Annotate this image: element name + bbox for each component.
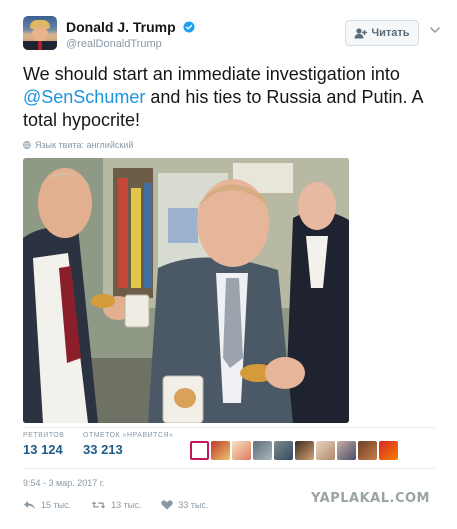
retweet-count: 13 тыс. bbox=[111, 500, 142, 510]
like-button[interactable]: 33 тыс. bbox=[161, 500, 208, 510]
retweets-label: РЕТВИТОВ bbox=[23, 432, 65, 439]
author-handle[interactable]: @realDonaldTrump bbox=[66, 38, 195, 50]
tweet-text: We should start an immediate investigati… bbox=[23, 63, 443, 132]
mention-link[interactable]: @SenSchumer bbox=[23, 87, 145, 107]
avatar[interactable] bbox=[337, 441, 356, 460]
avatar[interactable] bbox=[190, 441, 209, 460]
avatar[interactable] bbox=[211, 441, 230, 460]
watermark: YAPLAKAL.COM bbox=[311, 491, 430, 506]
tweet-header: Donald J. Trump @realDonaldTrump Читать bbox=[23, 16, 445, 56]
tweet-actions: 15 тыс. 13 тыс. 33 тыс. bbox=[23, 500, 222, 510]
heart-icon bbox=[161, 500, 173, 510]
language-note: Язык твита: английский bbox=[23, 140, 133, 150]
globe-icon bbox=[23, 141, 31, 149]
avatar[interactable] bbox=[316, 441, 335, 460]
verified-badge-icon bbox=[183, 21, 195, 33]
like-count: 33 тыс. bbox=[178, 500, 209, 510]
tweet-stats: РЕТВИТОВ 13 124 ОТМЕТОК «НРАВИТСЯ» 33 21… bbox=[23, 432, 435, 466]
avatar[interactable] bbox=[232, 441, 251, 460]
likes-stat[interactable]: ОТМЕТОК «НРАВИТСЯ» 33 213 bbox=[83, 432, 173, 457]
author-display-name[interactable]: Donald J. Trump bbox=[66, 19, 176, 35]
liker-avatars bbox=[190, 441, 398, 460]
photo-illustration bbox=[23, 158, 349, 423]
author-avatar[interactable] bbox=[23, 16, 57, 50]
tweet-timestamp[interactable]: 9:54 - 3 мар. 2017 г. bbox=[23, 478, 104, 488]
divider bbox=[23, 427, 435, 428]
likes-label: ОТМЕТОК «НРАВИТСЯ» bbox=[83, 432, 174, 439]
avatar[interactable] bbox=[295, 441, 314, 460]
retweets-stat[interactable]: РЕТВИТОВ 13 124 bbox=[23, 432, 64, 457]
reply-button[interactable]: 15 тыс. bbox=[23, 500, 71, 510]
retweet-icon bbox=[91, 501, 106, 509]
avatar[interactable] bbox=[274, 441, 293, 460]
reply-icon bbox=[24, 501, 35, 510]
follow-button[interactable]: Читать bbox=[345, 20, 419, 46]
avatar[interactable] bbox=[253, 441, 272, 460]
likes-count: 33 213 bbox=[83, 442, 123, 457]
tweet-photo[interactable] bbox=[23, 158, 349, 423]
reply-count: 15 тыс. bbox=[41, 500, 72, 510]
follow-button-label: Читать bbox=[371, 27, 410, 39]
chevron-down-icon[interactable] bbox=[429, 25, 441, 35]
language-note-text: Язык твита: английский bbox=[35, 140, 134, 150]
avatar[interactable] bbox=[379, 441, 398, 460]
add-user-icon bbox=[354, 27, 368, 38]
tweet-text-part1: We should start an immediate investigati… bbox=[23, 64, 400, 84]
retweet-button[interactable]: 13 тыс. bbox=[91, 500, 141, 510]
divider bbox=[23, 468, 435, 469]
avatar[interactable] bbox=[358, 441, 377, 460]
author-info[interactable]: Donald J. Trump @realDonaldTrump bbox=[66, 18, 195, 50]
retweets-count: 13 124 bbox=[23, 442, 63, 457]
